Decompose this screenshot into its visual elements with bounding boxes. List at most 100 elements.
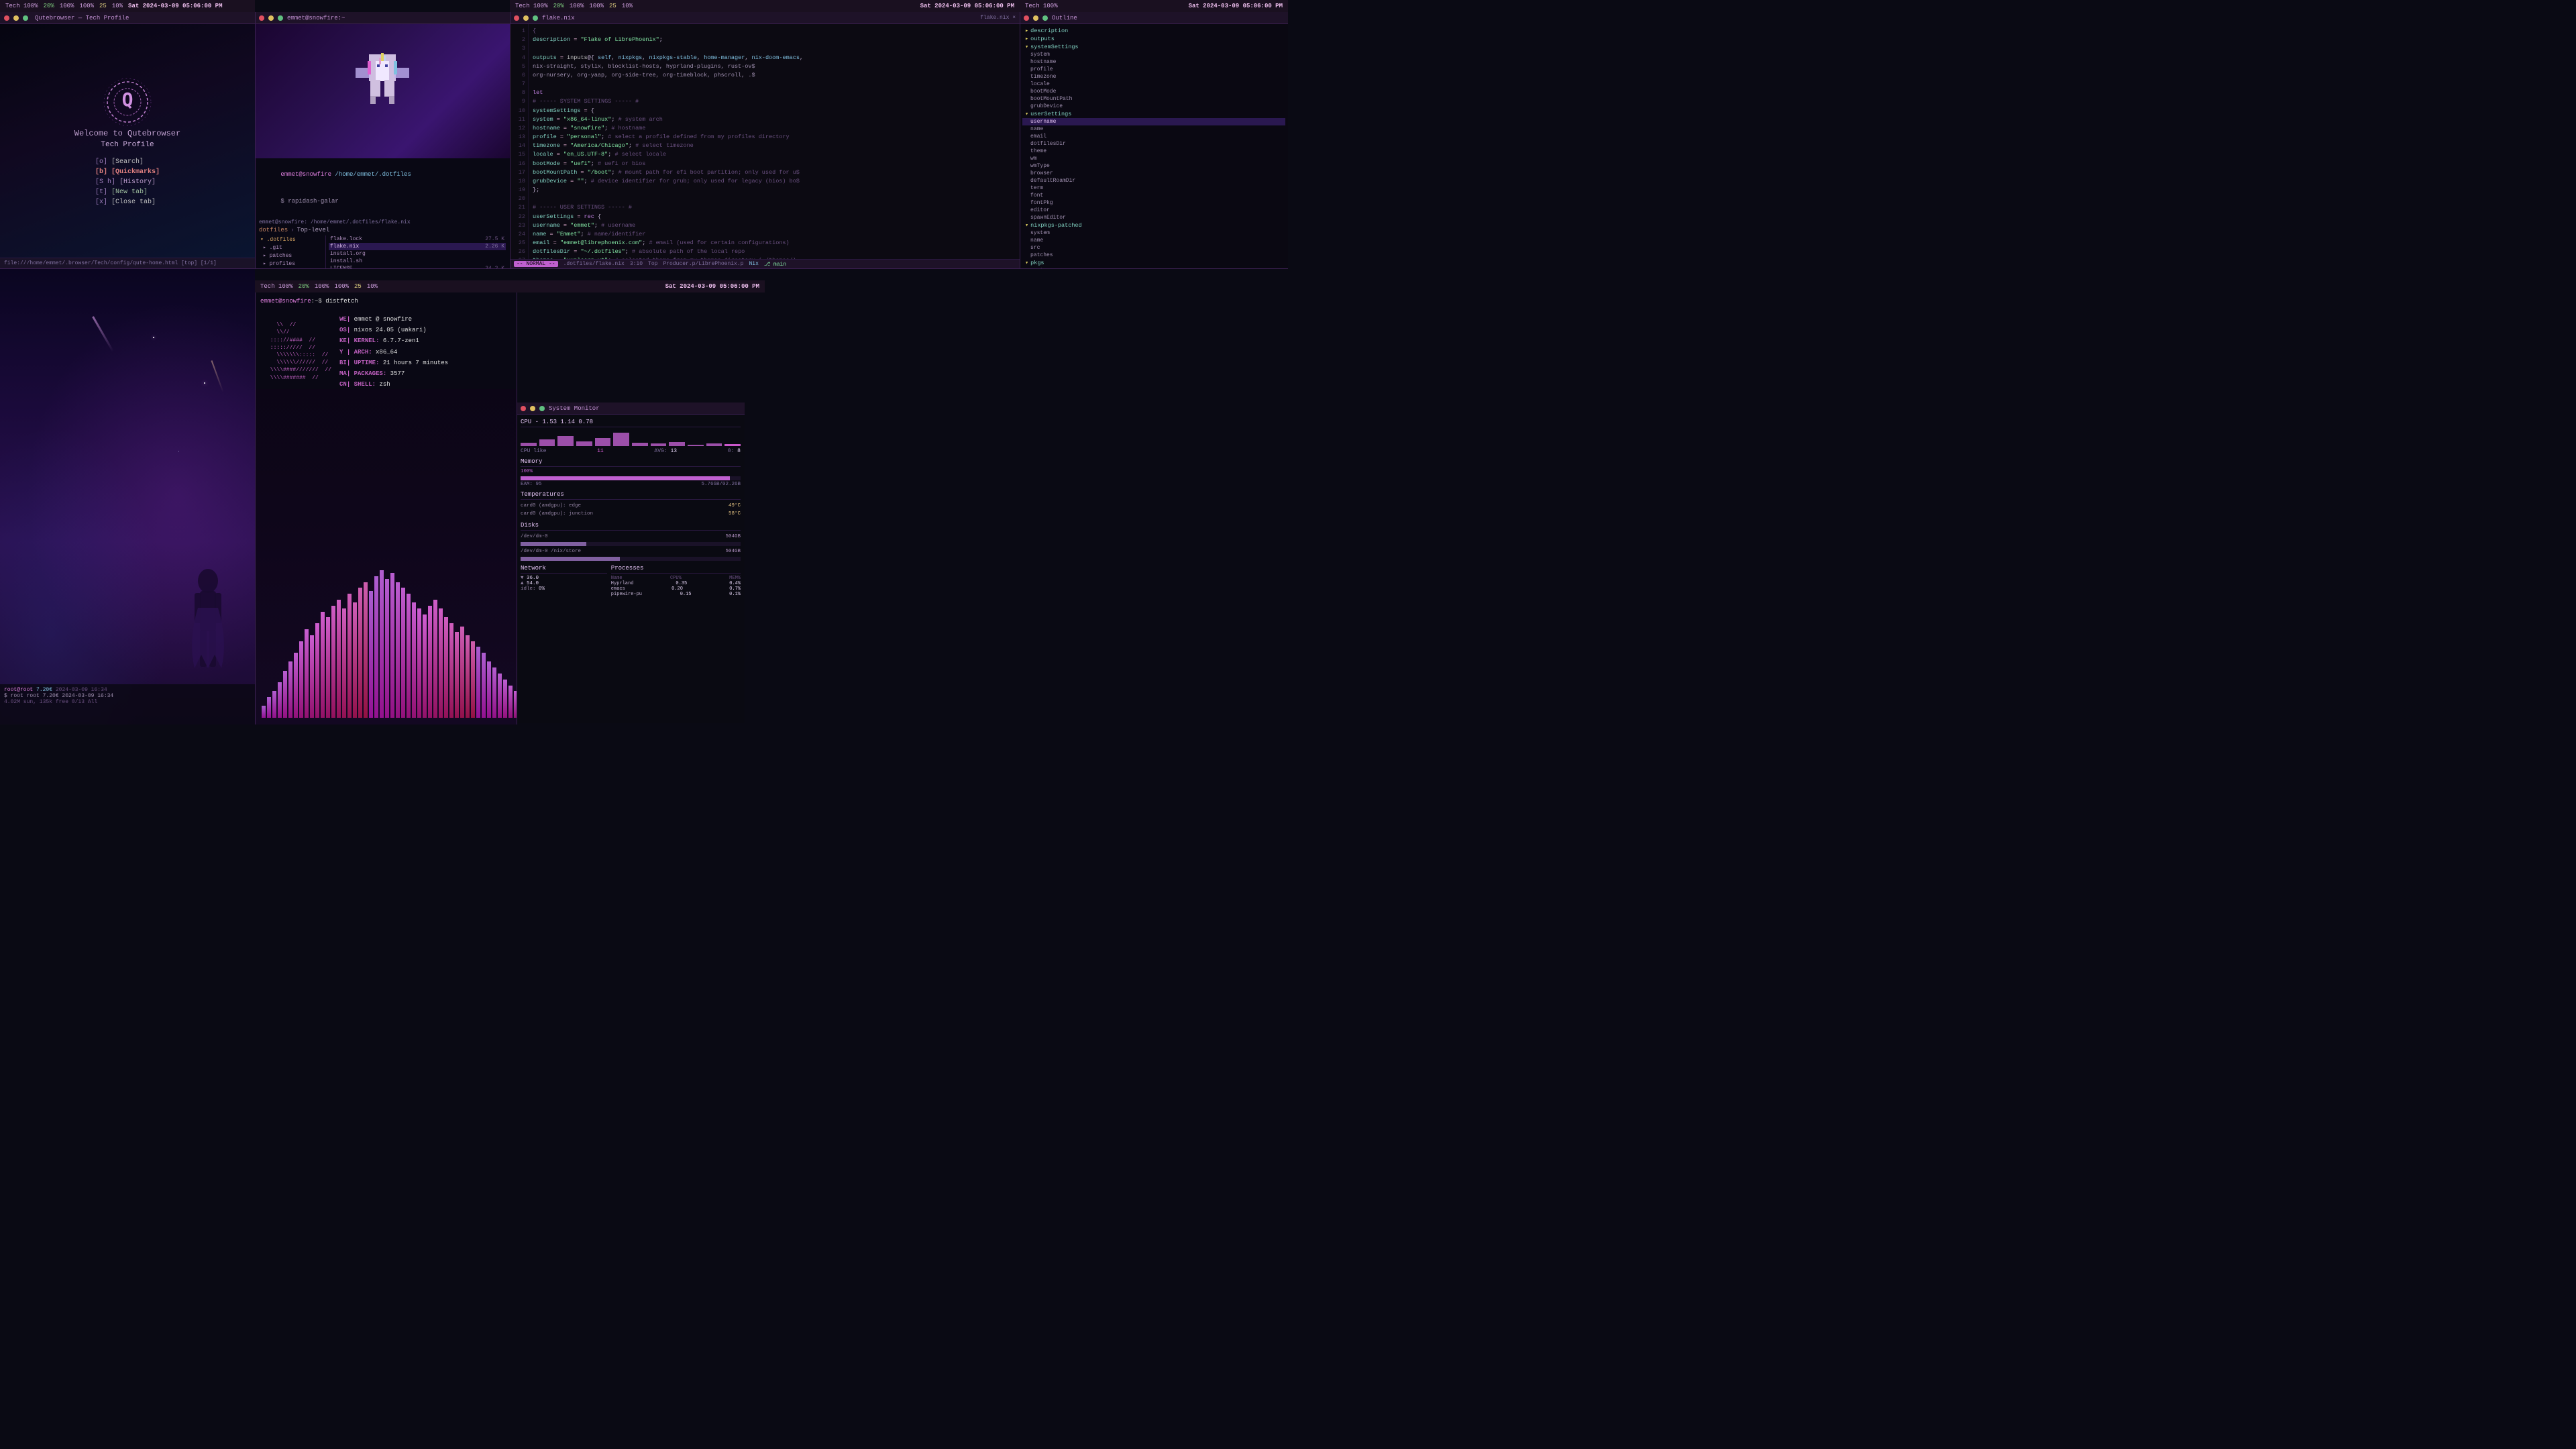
rp-usr-fontpkg[interactable]: fontPkg bbox=[1022, 199, 1285, 207]
tree-git[interactable]: ▸ .git bbox=[259, 244, 323, 252]
qute-link-closetab[interactable]: [x] [Close tab] bbox=[95, 197, 160, 207]
code-l17: bootMountPath = "/boot"; # mount path fo… bbox=[533, 168, 1016, 177]
win-close-btn[interactable] bbox=[4, 15, 9, 21]
editor-branch: Nix bbox=[749, 261, 758, 267]
rp-usr-wm[interactable]: wm bbox=[1022, 155, 1285, 162]
qute-link-history[interactable]: [S h] [History] bbox=[95, 177, 160, 187]
rp-usr-defaultroamdir[interactable]: defaultRoamDir bbox=[1022, 177, 1285, 184]
rp-usr-email[interactable]: email bbox=[1022, 133, 1285, 140]
qute-link-search[interactable]: [o] [Search] bbox=[95, 157, 160, 167]
neo-user-label: WE| bbox=[339, 316, 354, 323]
file-install-sh[interactable]: install.sh bbox=[329, 258, 506, 265]
code-l11: system = "x86_64-linux"; # system arch bbox=[533, 115, 1016, 124]
rp-usr-font[interactable]: font bbox=[1022, 192, 1285, 199]
viz-bar-3 bbox=[278, 682, 282, 718]
tmid-title: emmet@snowfire:~ bbox=[287, 15, 345, 21]
qute-link-newtab[interactable]: [t] [New tab] bbox=[95, 187, 160, 197]
cpu-sparkline bbox=[521, 429, 741, 446]
file-flake-nix[interactable]: flake.nix2.26 K bbox=[329, 243, 506, 250]
tree-patches[interactable]: ▸ patches bbox=[259, 252, 323, 260]
rp-usr-spawneditor[interactable]: spawnEditor bbox=[1022, 214, 1285, 221]
viz-bar-34 bbox=[444, 617, 448, 718]
visualizer-window bbox=[255, 389, 517, 724]
sb-pct2: 100% bbox=[60, 3, 74, 9]
rp-np-src[interactable]: src bbox=[1022, 244, 1285, 252]
sb-time-left: Sat 2024-03-09 05:06:00 PM bbox=[128, 3, 222, 9]
disk-bar-2 bbox=[521, 557, 741, 561]
viz-bar-17 bbox=[353, 602, 357, 718]
tmid-max[interactable] bbox=[278, 15, 283, 21]
neo-uptime-label: BI| UPTIME: bbox=[339, 360, 383, 366]
rp-sys-bootmountpath[interactable]: bootMountPath bbox=[1022, 95, 1285, 103]
rp-usr-term[interactable]: term bbox=[1022, 184, 1285, 192]
rp-outputs[interactable]: ▸outputs bbox=[1022, 35, 1285, 43]
sysmon-close[interactable] bbox=[521, 406, 526, 411]
editor-code-area[interactable]: { description = "Flake of LibrePhoenix";… bbox=[529, 24, 1020, 268]
rp-np-name[interactable]: name bbox=[1022, 237, 1285, 244]
qute-profile-text: Tech Profile bbox=[101, 141, 154, 149]
statusbar-far-right: Tech 100% Sat 2024-03-09 05:06:00 PM bbox=[1020, 0, 1288, 12]
rp-sys-system[interactable]: system bbox=[1022, 51, 1285, 58]
tmid-min[interactable] bbox=[268, 15, 274, 21]
fileman-path-bar: dotfiles › Top-level bbox=[259, 227, 506, 233]
file-flake-lock[interactable]: flake.lock27.5 K bbox=[329, 235, 506, 243]
win-max-btn[interactable] bbox=[23, 15, 28, 21]
editor-statusline: -- NORMAL -- .dotfiles/flake.nix 3:10 To… bbox=[510, 259, 1020, 268]
editor-min[interactable] bbox=[523, 15, 529, 21]
qute-title: Qutebrowser — Tech Profile bbox=[35, 15, 129, 21]
rp-pkgs[interactable]: ▾pkgs bbox=[1022, 259, 1285, 267]
rp-usersettings[interactable]: ▾userSettings bbox=[1022, 110, 1285, 118]
qute-link-quickmarks[interactable]: [b] [Quickmarks] bbox=[95, 167, 160, 177]
outline-body: ▸description ▸outputs ▾systemSettings sy… bbox=[1020, 24, 1288, 268]
rp-sys-bootmode[interactable]: bootMode bbox=[1022, 88, 1285, 95]
editor-mode-badge: -- NORMAL -- bbox=[514, 261, 558, 267]
bottom-left-terminal[interactable]: root@root 7.20€ 2024-03-09 16:34 $ root … bbox=[0, 684, 255, 724]
rp-usr-wmtype[interactable]: wmType bbox=[1022, 162, 1285, 170]
sb-pct4: 10% bbox=[112, 3, 123, 9]
cpu-usage-pct: CPU like bbox=[521, 448, 546, 454]
rp-sys-locale[interactable]: locale bbox=[1022, 80, 1285, 88]
viz-bar-2 bbox=[272, 691, 276, 718]
sysmon-max[interactable] bbox=[539, 406, 545, 411]
rp-sys-hostname[interactable]: hostname bbox=[1022, 58, 1285, 66]
rp-usr-dotfilesdir[interactable]: dotfilesDir bbox=[1022, 140, 1285, 148]
editor-max[interactable] bbox=[533, 15, 538, 21]
editor-close[interactable] bbox=[514, 15, 519, 21]
rp-nixpkgs-patched[interactable]: ▾nixpkgs-patched bbox=[1022, 221, 1285, 229]
rp-description[interactable]: ▸description bbox=[1022, 27, 1285, 35]
sb-c-p3: 100% bbox=[589, 3, 604, 9]
viz-bar-9 bbox=[310, 635, 314, 718]
sysmon-min[interactable] bbox=[530, 406, 535, 411]
rp-np-patches[interactable]: patches bbox=[1022, 252, 1285, 259]
rp-usr-browser[interactable]: browser bbox=[1022, 170, 1285, 177]
sysmon-title: System Monitor bbox=[549, 405, 600, 412]
outline-max[interactable] bbox=[1042, 15, 1048, 21]
cpu-min-label: 0: 8 bbox=[728, 448, 741, 454]
rp-systemsettings[interactable]: ▾systemSettings bbox=[1022, 43, 1285, 51]
outline-close[interactable] bbox=[1024, 15, 1029, 21]
outline-min[interactable] bbox=[1033, 15, 1038, 21]
rp-np-system[interactable]: system bbox=[1022, 229, 1285, 237]
rp-usr-username[interactable]: username bbox=[1022, 118, 1285, 125]
tree-profiles[interactable]: ▸ profiles bbox=[259, 260, 323, 268]
mem-fill bbox=[521, 476, 730, 480]
viz-bar-26 bbox=[401, 588, 405, 718]
file-install-org[interactable]: install.org bbox=[329, 250, 506, 258]
rp-sys-grubdevice[interactable]: grubDevice bbox=[1022, 103, 1285, 110]
sysmon-window: System Monitor CPU - 1.53 1.14 0.78 CPU … bbox=[517, 402, 745, 723]
fileman-header: emmet@snowfire: /home/emmet/.dotfiles/fl… bbox=[259, 219, 506, 225]
sysmon-body: CPU - 1.53 1.14 0.78 CPU like 11 AVG: 13 bbox=[517, 415, 745, 605]
viz-bar-36 bbox=[455, 632, 459, 718]
win-min-btn[interactable] bbox=[13, 15, 19, 21]
rp-sys-timezone[interactable]: timezone bbox=[1022, 73, 1285, 80]
tmid-close[interactable] bbox=[259, 15, 264, 21]
rp-usr-theme[interactable]: theme bbox=[1022, 148, 1285, 155]
tree-dotfiles[interactable]: ▾ .dotfiles bbox=[259, 235, 323, 244]
rp-usr-editor[interactable]: editor bbox=[1022, 207, 1285, 214]
sysmon-mem-section: Memory 100% EAM: 95 5.76GB/02.26B bbox=[521, 458, 741, 487]
rp-usr-name[interactable]: name bbox=[1022, 125, 1285, 133]
rp-sys-profile[interactable]: profile bbox=[1022, 66, 1285, 73]
viz-bar-40 bbox=[476, 647, 480, 718]
code-l5: nix-straight, stylix, blocklist-hosts, h… bbox=[533, 62, 1016, 71]
sb-bm-p3: 100% bbox=[334, 283, 349, 290]
